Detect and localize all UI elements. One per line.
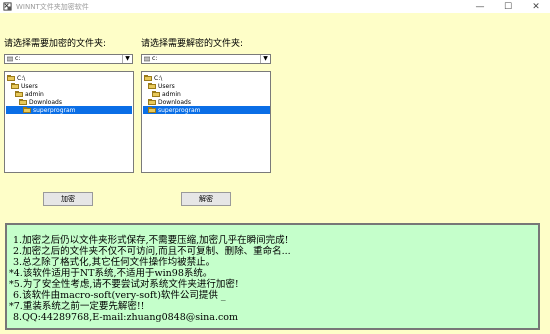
tree-item-label: C:\ (17, 74, 26, 82)
folder-icon (148, 107, 156, 113)
tree-item-superprogram[interactable]: superprogram (6, 106, 132, 114)
info-line: 2.加密之后的文件夹不仅不可访问,而且不可复制、删除、重命名... (13, 246, 291, 257)
info-line: 8.QQ:44289768,E-mail:zhuang0848@sina.com (13, 312, 239, 323)
folder-open-icon (152, 91, 160, 97)
folder-open-icon (148, 99, 156, 105)
maximize-button[interactable]: ☐ (494, 0, 522, 13)
chevron-down-icon[interactable]: ▼ (260, 55, 270, 63)
decrypt-drive-select[interactable]: c: ▼ (141, 54, 271, 64)
folder-icon (23, 107, 31, 113)
title-bar: WINNT文件夹加密软件 — ☐ ✕ (0, 0, 550, 13)
tree-item-downloads[interactable]: Downloads (19, 98, 62, 106)
encrypt-folder-tree[interactable]: C:\ Users admin Downloads superprogram (4, 71, 134, 173)
window-title: WINNT文件夹加密软件 (16, 2, 89, 11)
tree-item-label: Downloads (29, 98, 62, 106)
tree-item-c-root[interactable]: C:\ (144, 74, 162, 82)
folder-open-icon (19, 99, 27, 105)
tree-item-label: Users (21, 82, 38, 90)
chevron-down-icon[interactable]: ▼ (122, 55, 132, 63)
folder-open-icon (7, 75, 15, 81)
tree-item-label: admin (25, 90, 44, 98)
folder-open-icon (148, 83, 156, 89)
close-button[interactable]: ✕ (522, 0, 550, 13)
encrypt-drive-value: c: (15, 55, 21, 62)
folder-open-icon (144, 75, 152, 81)
info-line: 1.加密之后仍以文件夹形式保存,不需要压缩,加密几乎在瞬间完成! (13, 235, 289, 246)
tree-item-label: admin (162, 90, 181, 98)
decrypt-folder-tree[interactable]: C:\ Users admin Downloads superprogram (141, 71, 271, 173)
minimize-button[interactable]: — (466, 0, 494, 13)
tree-item-admin[interactable]: admin (152, 90, 181, 98)
decrypt-button[interactable]: 解密 (181, 192, 231, 206)
tree-item-superprogram[interactable]: superprogram (143, 106, 270, 114)
drive-icon (7, 56, 13, 62)
tree-item-downloads[interactable]: Downloads (148, 98, 191, 106)
folder-open-icon (15, 91, 23, 97)
tree-item-users[interactable]: Users (11, 82, 38, 90)
tree-item-admin[interactable]: admin (15, 90, 44, 98)
info-line: *5.为了安全性考虑,请不要尝试对系统文件夹进行加密! (9, 279, 239, 290)
encrypt-button[interactable]: 加密 (43, 192, 93, 206)
tree-item-label: Downloads (158, 98, 191, 106)
tree-item-label: C:\ (154, 74, 163, 82)
encrypt-folder-label: 请选择需要加密的文件夹: (4, 39, 107, 49)
info-line: *4.该软件适用于NT系统,不适用于win98系统。 (9, 268, 213, 279)
decrypt-folder-label: 请选择需要解密的文件夹: (141, 39, 244, 49)
info-line: 6.该软件由macro-soft(very-soft)软件公司提供 _ (13, 290, 226, 301)
tree-item-label: superprogram (33, 106, 76, 114)
info-line: 3.总之除了格式化,其它任何文件操作均被禁止。 (13, 257, 216, 268)
tree-item-label: Users (158, 82, 175, 90)
tree-item-users[interactable]: Users (148, 82, 175, 90)
folder-open-icon (11, 83, 19, 89)
decrypt-drive-value: c: (152, 55, 158, 62)
info-panel: 1.加密之后仍以文件夹形式保存,不需要压缩,加密几乎在瞬间完成! 2.加密之后的… (5, 223, 540, 330)
app-icon (3, 2, 12, 11)
info-line: *7.重装系统之前一定要先解密!! (9, 301, 145, 312)
encrypt-drive-select[interactable]: c: ▼ (4, 54, 133, 64)
drive-icon (144, 56, 150, 62)
tree-item-c-root[interactable]: C:\ (7, 74, 25, 82)
tree-item-label: superprogram (158, 106, 201, 114)
